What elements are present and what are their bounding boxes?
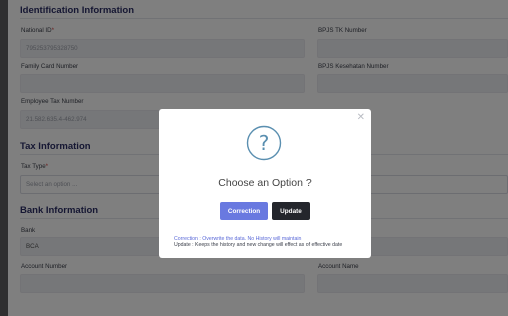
- close-icon[interactable]: ✕: [357, 113, 365, 123]
- svg-text:?: ?: [259, 131, 270, 155]
- update-button[interactable]: Update: [272, 202, 310, 220]
- question-circle-icon: ?: [246, 125, 282, 161]
- choose-option-dialog: ✕ ? Choose an Option ? Correction Update…: [159, 109, 371, 258]
- update-note: Update : Keeps the history and new chang…: [174, 242, 343, 248]
- dialog-title: Choose an Option ?: [218, 177, 312, 189]
- correction-button[interactable]: Correction: [220, 202, 268, 220]
